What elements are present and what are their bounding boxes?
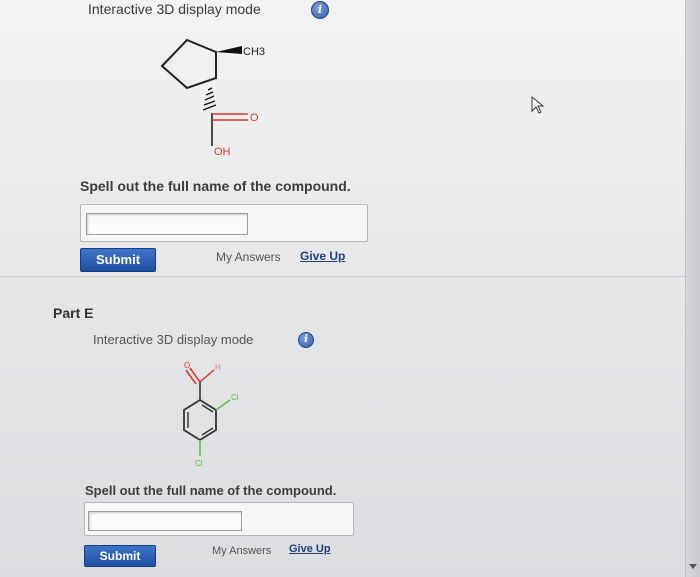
give-up-link[interactable]: Give Up — [300, 249, 345, 263]
benzene-ring — [183, 398, 217, 442]
question-text: Spell out the full name of the compound. — [80, 178, 351, 194]
part-d-section: Interactive 3D display mode i CH3 O OH S — [0, 0, 686, 278]
info-icon[interactable]: i — [298, 332, 314, 348]
my-answers-link[interactable]: My Answers — [216, 250, 281, 264]
aldehyde-ch-bond — [199, 369, 215, 383]
cl-bond-right — [215, 399, 231, 411]
display-mode-label: Interactive 3D display mode — [88, 1, 261, 17]
question-page: Interactive 3D display mode i CH3 O OH S — [0, 0, 700, 577]
scroll-down-icon[interactable] — [689, 564, 697, 569]
cl-bottom-label: Cl — [195, 459, 203, 468]
section-divider — [0, 276, 686, 277]
cyclopentane-ring — [160, 38, 217, 90]
aldehyde-o-label: O — [184, 361, 190, 370]
aldehyde-co-bond-2 — [185, 369, 197, 385]
molecule-structure-d[interactable]: CH3 O OH — [130, 28, 430, 198]
info-icon[interactable]: i — [311, 1, 329, 19]
submit-button[interactable]: Submit — [80, 248, 156, 272]
aldehyde-co-bond — [189, 367, 201, 383]
part-e-label: Part E — [53, 305, 94, 321]
display-mode-label: Interactive 3D display mode — [93, 332, 254, 347]
wedge-bond — [216, 46, 242, 54]
methyl-label: CH3 — [243, 46, 265, 58]
answer-input[interactable] — [88, 511, 242, 531]
carbonyl-o-label: O — [250, 112, 259, 124]
hydroxyl-label: OH — [214, 146, 231, 158]
question-text: Spell out the full name of the compound. — [85, 483, 337, 498]
my-answers-link[interactable]: My Answers — [212, 545, 271, 557]
scrollbar[interactable] — [685, 0, 700, 577]
answer-input[interactable] — [86, 213, 248, 235]
molecule-structure-e[interactable]: O H Cl Cl — [160, 360, 300, 470]
hashed-bond — [202, 87, 217, 111]
submit-button[interactable]: Submit — [84, 545, 156, 567]
cl-right-label: Cl — [231, 393, 239, 402]
aldehyde-h-label: H — [215, 363, 221, 372]
give-up-link[interactable]: Give Up — [289, 543, 331, 555]
mouse-pointer-icon — [531, 95, 545, 114]
part-e-section: Part E Interactive 3D display mode i O H… — [0, 280, 686, 577]
